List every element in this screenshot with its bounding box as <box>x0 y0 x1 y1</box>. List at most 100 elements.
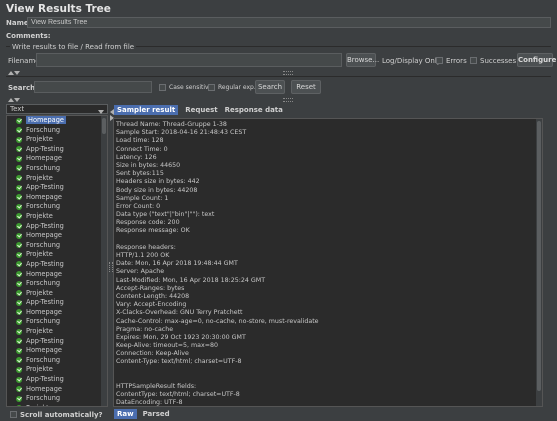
tree-scrollbar-thumb[interactable] <box>102 118 106 134</box>
tree-item[interactable]: App-Testing <box>7 145 107 155</box>
scroll-automatically-label: Scroll automatically? <box>20 411 103 419</box>
tree-item[interactable]: App-Testing <box>7 375 107 385</box>
splitter-grip-icon[interactable] <box>283 98 293 102</box>
tree-item[interactable]: Forschung <box>7 164 107 174</box>
successes-label: Successes <box>480 57 517 65</box>
result-line: Data type ("text"|"bin"|""): text <box>116 211 215 219</box>
tree-item[interactable]: Forschung <box>7 279 107 289</box>
tree-item[interactable]: Homepage <box>7 308 107 318</box>
tree-item[interactable]: Homepage <box>7 346 107 356</box>
result-line: Headers size in bytes: 442 <box>116 178 200 186</box>
tree-item[interactable]: App-Testing <box>7 298 107 308</box>
result-line <box>116 375 540 383</box>
tree-item[interactable]: Homepage <box>7 385 107 395</box>
reset-button[interactable]: Reset <box>291 80 321 94</box>
tree-item-label: App-Testing <box>26 183 64 192</box>
tab-parsed[interactable]: Parsed <box>143 410 170 418</box>
case-sensitive-checkbox[interactable] <box>159 84 166 91</box>
success-shield-icon <box>16 386 22 393</box>
renderer-select[interactable]: Text <box>6 104 108 114</box>
tree-item[interactable]: Forschung <box>7 202 107 212</box>
tree-item-label: Projekte <box>26 173 53 182</box>
tree-item-label: Forschung <box>26 125 61 134</box>
tree-item-label: Projekte <box>26 288 53 297</box>
tree-item[interactable]: App-Testing <box>7 222 107 232</box>
tree-item[interactable]: Projekte <box>7 174 107 184</box>
success-shield-icon <box>16 290 22 297</box>
success-shield-icon <box>16 261 22 268</box>
expand-down-icon[interactable] <box>14 96 20 104</box>
tree-item-label: Homepage <box>26 269 62 278</box>
tree-item[interactable]: Projekte <box>7 212 107 222</box>
tree-item[interactable]: Projekte <box>7 327 107 337</box>
tree-item-label: Forschung <box>26 355 61 364</box>
tree-item-label: App-Testing <box>26 144 64 153</box>
tree-item[interactable]: Projekte <box>7 289 107 299</box>
tree-item-label: Forschung <box>26 279 61 288</box>
result-line: HTTPSampleResult fields: <box>116 383 197 390</box>
result-line: HTTP/1.1 200 OK <box>116 252 170 259</box>
tree-item[interactable]: App-Testing <box>7 260 107 270</box>
success-shield-icon <box>16 165 22 172</box>
browse-button[interactable]: Browse... <box>346 53 379 67</box>
tree-item[interactable]: Projekte <box>7 250 107 260</box>
tree-item-label: Forschung <box>26 317 61 326</box>
tab-response-data[interactable]: Response data <box>225 106 283 114</box>
search-input[interactable] <box>34 81 152 93</box>
content-scrollbar-thumb[interactable] <box>537 121 541 391</box>
tree-item[interactable]: App-Testing <box>7 183 107 193</box>
result-line: Content-Type: text/html; charset=UTF-8 <box>116 358 242 366</box>
result-line: Load time: 128 <box>116 137 164 145</box>
tree-item[interactable]: Homepage <box>7 116 107 126</box>
tree-item[interactable]: Projekte <box>7 365 107 375</box>
result-line: Sent bytes:115 <box>116 170 164 178</box>
successes-checkbox[interactable] <box>470 57 477 64</box>
tree-scrollbar[interactable] <box>101 116 107 406</box>
tree-item-label: Forschung <box>26 202 61 211</box>
tree-item[interactable]: Forschung <box>7 241 107 251</box>
errors-checkbox[interactable] <box>436 57 443 64</box>
result-line: Latency: 126 <box>116 153 157 161</box>
success-shield-icon <box>16 127 22 134</box>
tree-item-label: Forschung <box>26 240 61 249</box>
name-input[interactable] <box>27 17 551 28</box>
tree-item[interactable]: Forschung <box>7 356 107 366</box>
tree-item-label: Homepage <box>26 307 62 316</box>
tree-item[interactable]: Projekte <box>7 135 107 145</box>
tree-item-label: Projekte <box>26 404 53 406</box>
scroll-automatically-checkbox[interactable] <box>10 411 17 418</box>
tree-item[interactable]: Homepage <box>7 193 107 203</box>
content-scrollbar[interactable] <box>536 119 542 406</box>
tree-item[interactable]: Homepage <box>7 231 107 241</box>
tree-item-label: Projekte <box>26 327 53 336</box>
errors-label: Errors <box>446 57 467 65</box>
success-shield-icon <box>16 251 22 258</box>
tree-item[interactable]: Forschung <box>7 394 107 404</box>
tree-item-label: Forschung <box>26 394 61 403</box>
configure-button[interactable]: Configure <box>517 53 556 67</box>
results-tree[interactable]: Homepage Forschung Projekte App-Testing Home… <box>6 115 108 407</box>
tree-item[interactable]: Homepage <box>7 154 107 164</box>
tree-item[interactable]: Projekte <box>7 404 107 406</box>
success-shield-icon <box>16 155 22 162</box>
tab-sampler-result[interactable]: Sampler result <box>114 105 179 115</box>
filename-input[interactable] <box>36 53 342 67</box>
result-line: Error Count: 0 <box>116 202 161 210</box>
result-line: Expires: Mon, 29 Oct 1923 20:30:00 GMT <box>116 333 246 341</box>
search-button[interactable]: Search <box>255 80 285 94</box>
tree-item[interactable]: Homepage <box>7 270 107 280</box>
success-shield-icon <box>16 213 22 220</box>
result-tabs: Sampler result Request Response data <box>114 105 290 115</box>
tree-item[interactable]: Forschung <box>7 126 107 136</box>
sampler-result-text[interactable]: Thread Name: Thread-Gruppe 1-38 Sample St… <box>113 118 543 407</box>
result-line: Thread Name: Thread-Gruppe 1-38 <box>116 121 227 128</box>
tree-item[interactable]: Forschung <box>7 317 107 327</box>
regex-checkbox[interactable] <box>208 84 215 91</box>
tab-request[interactable]: Request <box>185 106 217 114</box>
result-line: Pragma: no-cache <box>116 325 174 333</box>
splitter-grip-icon[interactable] <box>283 71 293 75</box>
tab-raw[interactable]: Raw <box>114 409 137 419</box>
success-shield-icon <box>16 338 22 345</box>
result-line: Cache-Control: max-age=0, no-cache, no-s… <box>116 317 319 325</box>
tree-item[interactable]: App-Testing <box>7 337 107 347</box>
